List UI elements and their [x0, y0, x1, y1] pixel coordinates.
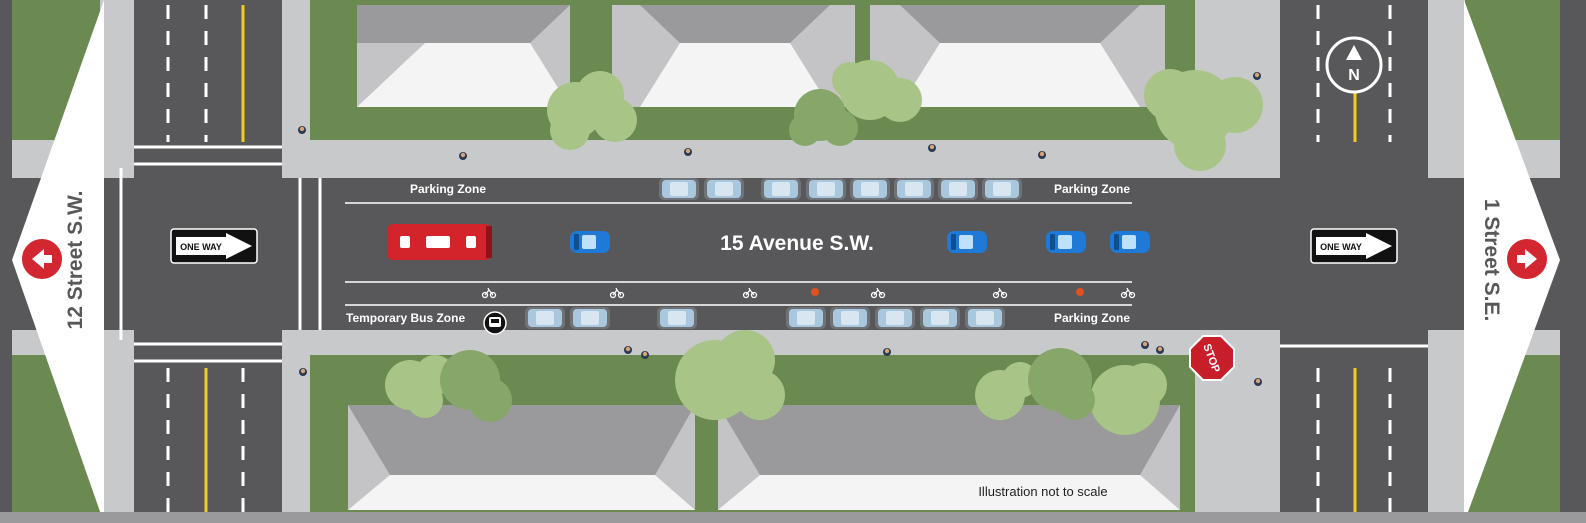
one-way-west-label: ONE WAY — [180, 242, 222, 252]
zone-label-north-east: Parking Zone — [1054, 182, 1130, 196]
zone-label-south-east: Parking Zone — [1054, 311, 1130, 325]
one-way-east-label: ONE WAY — [1320, 242, 1362, 252]
scale-note: Illustration not to scale — [978, 484, 1107, 499]
street-map: STOP ONE WAY ONE WAY N 15 Avenue S.W. 12… — [0, 0, 1586, 523]
main-avenue-label: 15 Avenue S.W. — [720, 232, 874, 255]
direction-arrow-icon — [20, 237, 64, 281]
west-street-label: 12 Street S.W. — [64, 191, 87, 330]
north-compass-icon: N — [1325, 36, 1383, 94]
parked-cars-north — [659, 178, 1022, 200]
east-street-label: 1 Street S.E. — [1480, 199, 1503, 322]
red-bus — [388, 224, 492, 260]
bus-stop-icon — [483, 311, 507, 335]
direction-arrow-icon — [1505, 237, 1549, 281]
bottom-edge — [0, 512, 1586, 523]
zone-label-north-west: Parking Zone — [410, 182, 486, 196]
stop-sign-icon: STOP — [1189, 335, 1235, 381]
zone-label-south-west: Temporary Bus Zone — [346, 311, 465, 325]
one-way-sign-west: ONE WAY — [170, 228, 258, 264]
compass-label: N — [1348, 67, 1360, 84]
one-way-sign-east: ONE WAY — [1310, 228, 1398, 264]
